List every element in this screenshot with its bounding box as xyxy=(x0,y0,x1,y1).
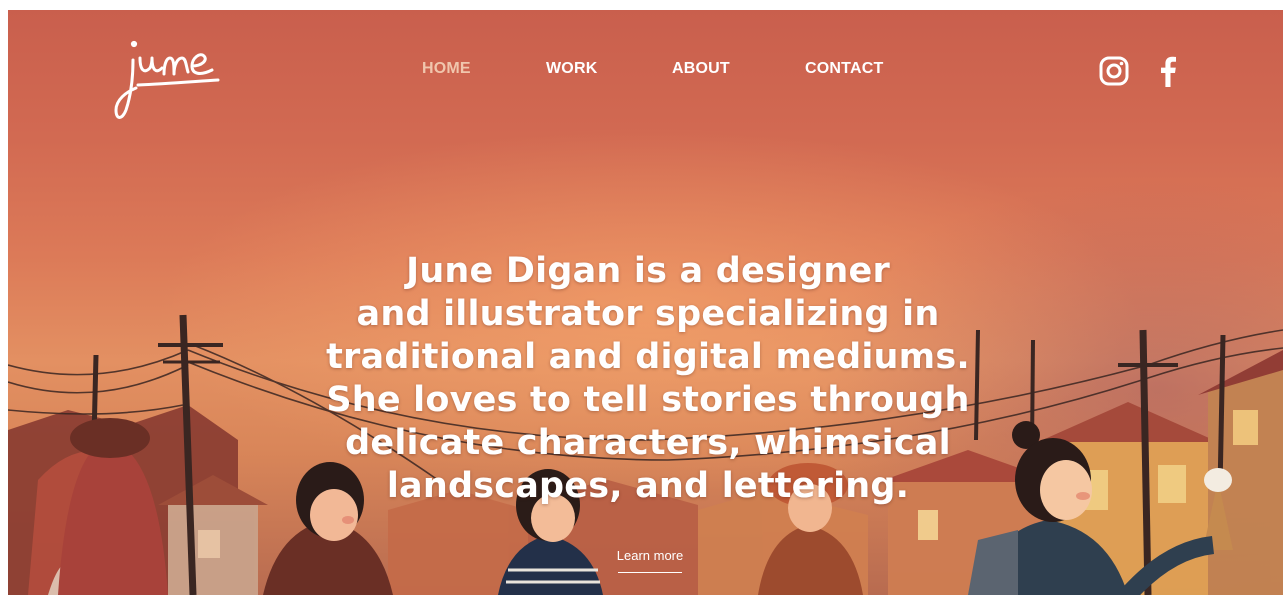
hero-headline: June Digan is a designer and illustrator… xyxy=(268,250,1028,508)
headline-line: traditional and digital mediums. xyxy=(326,337,970,377)
brand-logo[interactable] xyxy=(108,22,228,122)
learn-more-underline xyxy=(618,572,682,573)
nav-home[interactable]: HOME xyxy=(422,60,471,78)
headline-line: and illustrator specializing in xyxy=(356,294,940,334)
nav-contact[interactable]: CONTACT xyxy=(805,60,883,78)
headline-line: delicate characters, whimsical xyxy=(345,423,951,463)
nav-about[interactable]: ABOUT xyxy=(672,60,730,78)
headline-line: landscapes, and lettering. xyxy=(386,466,910,506)
learn-more-link[interactable]: Learn more xyxy=(600,546,700,582)
headline-line: She loves to tell stories through xyxy=(326,380,970,420)
june-logo-icon xyxy=(114,40,220,119)
headline-line: June Digan is a designer xyxy=(406,251,890,291)
instagram-icon[interactable] xyxy=(1098,55,1130,92)
learn-more-label: Learn more xyxy=(616,548,684,563)
nav-work[interactable]: WORK xyxy=(546,60,597,78)
facebook-icon[interactable] xyxy=(1158,55,1178,92)
page: HOME WORK ABOUT CONTACT June Digan is a … xyxy=(0,0,1283,595)
hero-section: HOME WORK ABOUT CONTACT June Digan is a … xyxy=(8,10,1283,595)
